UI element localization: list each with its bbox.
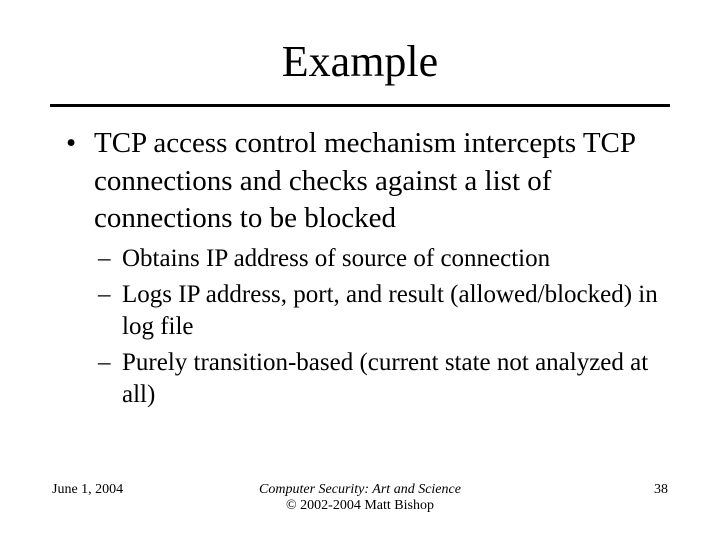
footer-title: Computer Security: Art and Science <box>152 482 568 498</box>
bullet-main-text: TCP access control mechanism intercepts … <box>94 127 635 233</box>
list-item: Obtains IP address of source of connecti… <box>94 243 660 275</box>
list-item: TCP access control mechanism intercepts … <box>60 125 660 410</box>
footer-copyright: © 2002-2004 Matt Bishop <box>152 498 568 514</box>
footer: June 1, 2004 Computer Security: Art and … <box>0 482 720 514</box>
footer-page-number: 38 <box>568 482 668 498</box>
body-content: TCP access control mechanism intercepts … <box>0 107 720 410</box>
sub-bullet-text: Logs IP address, port, and result (allow… <box>122 281 658 340</box>
bullet-list-level2: Obtains IP address of source of connecti… <box>94 243 660 411</box>
bullet-list-level1: TCP access control mechanism intercepts … <box>60 125 660 410</box>
sub-bullet-text: Obtains IP address of source of connecti… <box>122 245 550 272</box>
footer-center: Computer Security: Art and Science © 200… <box>152 482 568 514</box>
list-item: Purely transition-based (current state n… <box>94 347 660 411</box>
sub-bullet-text: Purely transition-based (current state n… <box>122 349 648 408</box>
slide: Example TCP access control mechanism int… <box>0 0 720 540</box>
list-item: Logs IP address, port, and result (allow… <box>94 279 660 343</box>
slide-title: Example <box>0 38 720 86</box>
title-block: Example <box>0 0 720 86</box>
footer-date: June 1, 2004 <box>52 482 152 498</box>
